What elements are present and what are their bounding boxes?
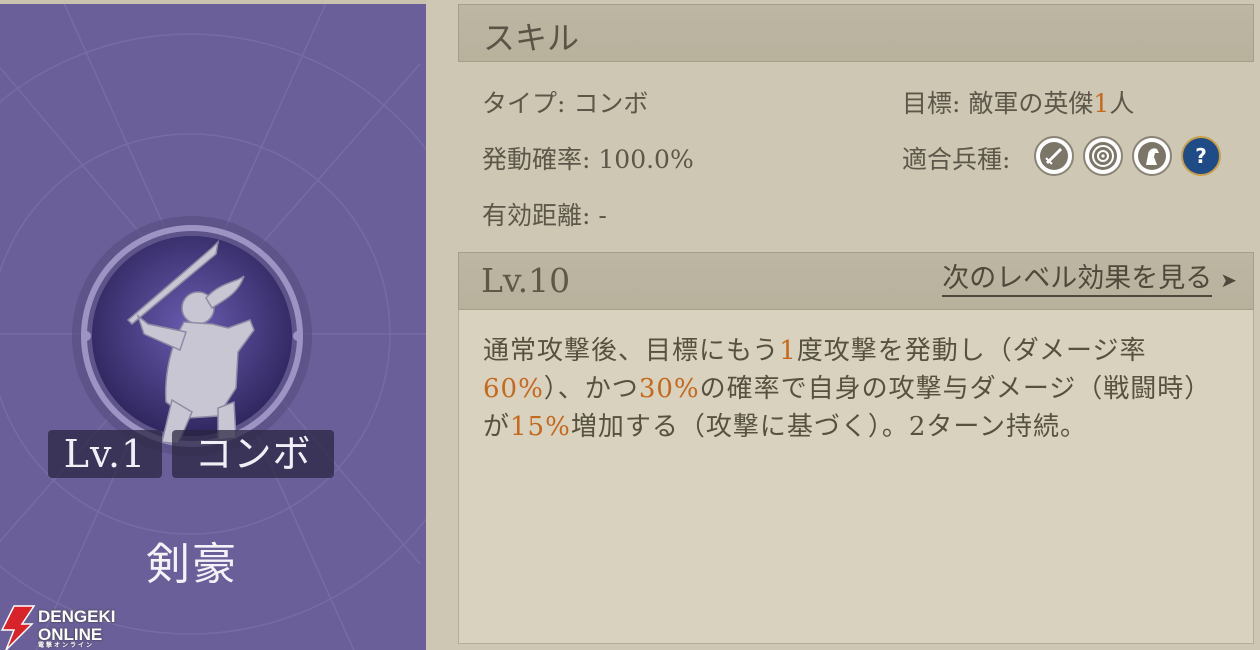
effect-text-segment: 増加する（攻撃に基づく）。2ターン持続。 xyxy=(570,412,1088,442)
activation-rate-row: 発動確率: 100.0% xyxy=(482,140,694,176)
cavalry-horse-icon[interactable] xyxy=(1132,136,1172,176)
skill-card: Lv.1 コンボ 剣豪 xyxy=(0,4,426,650)
skill-name: 剣豪 xyxy=(146,539,238,590)
watermark-line-1: DENGEKI xyxy=(38,607,116,626)
archer-target-icon[interactable] xyxy=(1083,136,1123,176)
target-label: 目標: xyxy=(902,89,961,118)
target-count: 1 xyxy=(1093,89,1110,118)
skill-portrait xyxy=(68,212,316,460)
effect-highlight-value: 30% xyxy=(638,374,700,404)
effect-highlight-value: 60% xyxy=(483,374,544,404)
arrow-right-icon: ➤ xyxy=(1220,268,1237,293)
target-row: 目標: 敵軍の英傑1人 xyxy=(902,84,1134,120)
target-value-suffix: 人 xyxy=(1109,89,1135,118)
range-label: 有効距離: xyxy=(482,201,591,230)
level-section-header: Lv.10 次のレベル効果を見る ➤ xyxy=(458,252,1254,310)
range-value: - xyxy=(598,201,607,230)
unit-type-icons: ? xyxy=(1034,136,1221,176)
watermark-line-2: ONLINE xyxy=(38,625,103,644)
skill-effect-description: 通常攻撃後、目標にもう1度攻撃を発動し（ダメージ率60%）、かつ30%の確率で自… xyxy=(483,332,1223,446)
effect-text-segment: 通常攻撃後、目標にもう xyxy=(483,336,780,366)
current-level-label: Lv.10 xyxy=(481,261,571,300)
skill-type-badge: コンボ xyxy=(172,430,334,478)
effect-highlight-value: 1 xyxy=(779,336,797,366)
next-level-effect-text: 次のレベル効果を見る xyxy=(942,263,1213,298)
effect-text-segment: ）、かつ xyxy=(543,374,639,404)
effective-range-row: 有効距離: - xyxy=(482,196,607,232)
sword-unit-icon[interactable] xyxy=(1034,136,1074,176)
next-level-effect-link[interactable]: 次のレベル効果を見る ➤ xyxy=(942,263,1237,298)
skill-effect-panel: 通常攻撃後、目標にもう1度攻撃を発動し（ダメージ率60%）、かつ30%の確率で自… xyxy=(458,310,1254,644)
svg-text:?: ? xyxy=(1195,144,1207,168)
rate-label: 発動確率: xyxy=(482,145,591,174)
level-type-badges: Lv.1 コンボ xyxy=(48,430,334,478)
target-value-prefix: 敵軍の英傑 xyxy=(968,89,1094,118)
skill-info-panel: スキル タイプ: コンボ 目標: 敵軍の英傑1人 発動確率: 100.0% 適合… xyxy=(426,0,1260,650)
skill-section-title: スキル xyxy=(483,19,580,57)
skill-section-header: スキル xyxy=(458,4,1254,62)
type-value: コンボ xyxy=(573,89,649,118)
skill-type-row: タイプ: コンボ xyxy=(482,84,648,120)
units-row: 適合兵種: xyxy=(902,140,1010,176)
units-label: 適合兵種: xyxy=(902,145,1011,174)
type-label: タイプ: xyxy=(482,89,566,118)
watermark-line-3: 電撃オンライン xyxy=(38,643,95,649)
dengeki-online-watermark: DENGEKI ONLINE 電撃オンライン xyxy=(0,604,130,650)
effect-text-segment: 度攻撃を発動し（ダメージ率 xyxy=(796,336,1147,366)
lightning-logo-icon xyxy=(0,605,36,650)
rate-value: 100.0% xyxy=(598,145,694,174)
skill-level-badge: Lv.1 xyxy=(48,430,162,478)
skill-detail-screen: Lv.1 コンボ 剣豪 DENGEKI ONLINE 電撃オンライン スキル タ… xyxy=(0,0,1260,650)
effect-highlight-value: 15% xyxy=(510,412,571,442)
unknown-question-icon[interactable]: ? xyxy=(1181,136,1221,176)
